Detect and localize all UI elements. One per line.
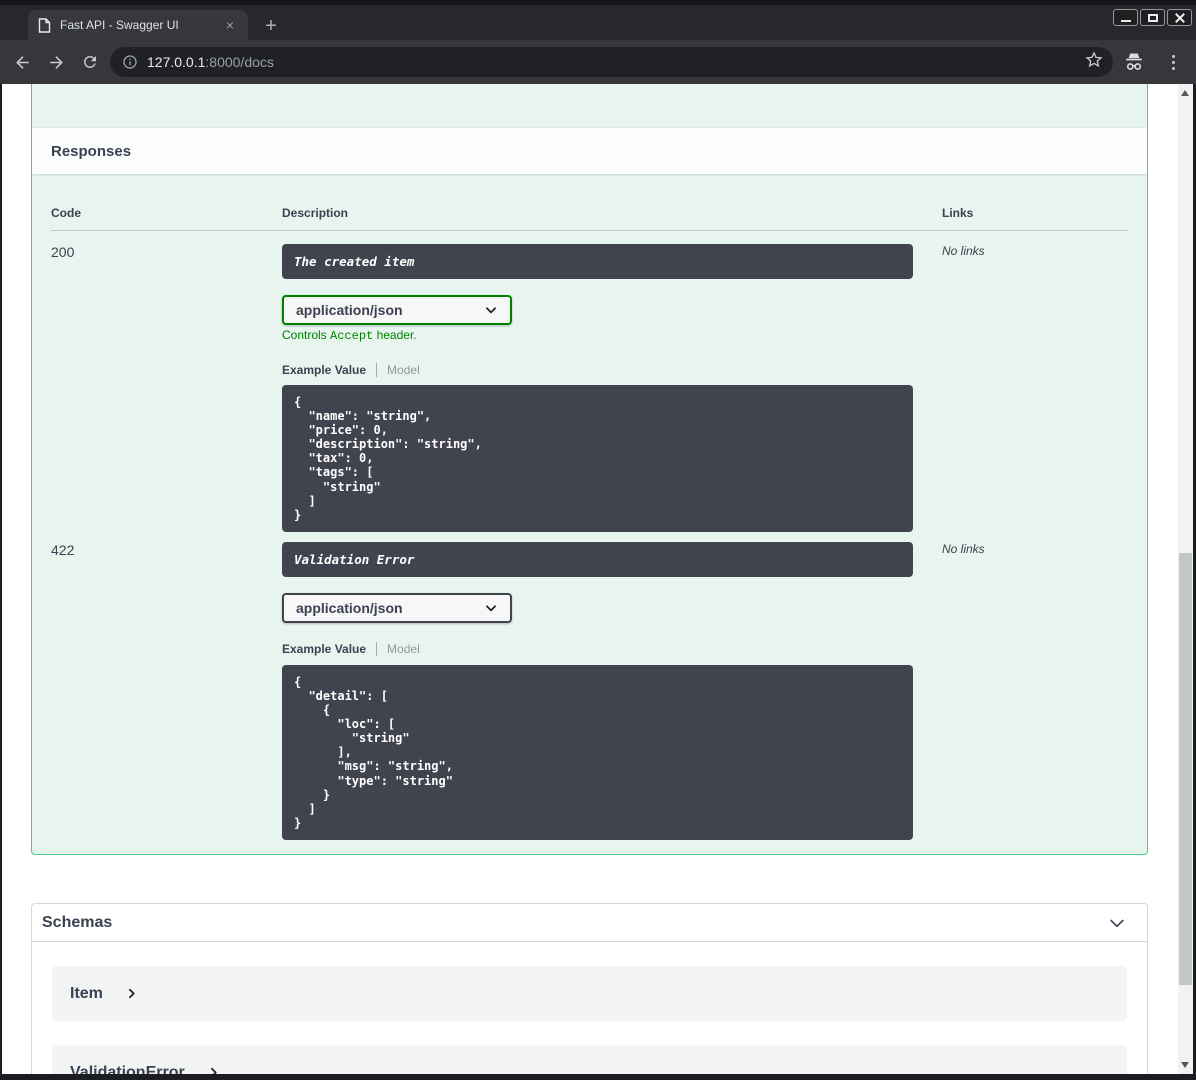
- vertical-scrollbar[interactable]: [1178, 84, 1193, 1074]
- chevron-down-icon[interactable]: [1107, 913, 1127, 933]
- schemas-body: Item ValidationError: [32, 942, 1147, 1074]
- schemas-header[interactable]: Schemas: [32, 904, 1147, 942]
- close-icon: [1175, 13, 1185, 23]
- tab-model[interactable]: Model: [387, 363, 420, 377]
- accept-header-note: Controls Accept header.: [282, 328, 417, 343]
- new-tab-button[interactable]: +: [260, 16, 282, 38]
- responses-title: Responses: [51, 142, 132, 160]
- url-host: 127.0.0.1: [147, 54, 206, 70]
- url-path: :8000/docs: [205, 54, 274, 70]
- response-links: No links: [942, 541, 985, 556]
- document-favicon-icon: [38, 17, 51, 33]
- scroll-up-arrow[interactable]: [1181, 90, 1189, 96]
- model-validationerror[interactable]: ValidationError: [52, 1045, 1127, 1074]
- chevron-down-icon: [486, 605, 496, 612]
- media-type-select[interactable]: application/json: [282, 295, 512, 325]
- maximize-icon: [1147, 13, 1158, 22]
- schemas-title: Schemas: [42, 913, 113, 931]
- model-item[interactable]: Item: [52, 966, 1127, 1021]
- example-model-tabs: Example Value Model: [282, 642, 942, 657]
- example-model-tabs: Example Value Model: [282, 362, 942, 377]
- response-row-422: 422 Validation Error application/json Ex…: [51, 541, 1128, 840]
- media-type-value: application/json: [296, 302, 403, 318]
- incognito-icon[interactable]: [1122, 51, 1146, 73]
- response-description: Validation Error: [282, 541, 913, 577]
- example-value-json: { "name": "string", "price": 0, "descrip…: [282, 385, 913, 532]
- scroll-down-arrow[interactable]: [1181, 1062, 1189, 1068]
- chevron-down-icon: [486, 307, 496, 314]
- back-button[interactable]: [13, 53, 32, 72]
- response-code: 200: [51, 244, 75, 260]
- browser-window: Fast API - Swagger UI × + 127.0.0.1:8000…: [0, 0, 1196, 1080]
- endpoint-block: Responses Code Description Links 200 The…: [31, 84, 1148, 855]
- model-name: ValidationError: [70, 1063, 185, 1075]
- site-info-icon[interactable]: [122, 54, 138, 70]
- chevron-right-icon: [128, 988, 135, 999]
- responses-table-header: Code Description Links: [51, 174, 1128, 231]
- tab-close-icon[interactable]: ×: [222, 18, 238, 32]
- browser-menu-button[interactable]: [1166, 53, 1181, 72]
- response-description: The created item: [282, 244, 913, 279]
- responses-section-header: Responses: [32, 128, 1147, 174]
- tab-separator: [376, 642, 378, 657]
- minimize-button[interactable]: [1113, 9, 1138, 26]
- swagger-page: Responses Code Description Links 200 The…: [2, 84, 1178, 1074]
- column-header-code: Code: [51, 206, 81, 220]
- window-controls: [1113, 9, 1192, 26]
- browser-toolbar: 127.0.0.1:8000/docs: [0, 40, 1196, 84]
- tab-example-value[interactable]: Example Value: [282, 363, 366, 377]
- maximize-button[interactable]: [1140, 9, 1165, 26]
- responses-table: Code Description Links 200 The created i…: [32, 174, 1147, 840]
- tab-example-value[interactable]: Example Value: [282, 642, 366, 656]
- scrollbar-thumb[interactable]: [1179, 553, 1192, 985]
- tab-separator: [376, 362, 378, 377]
- url-text: 127.0.0.1:8000/docs: [147, 54, 274, 70]
- chevron-right-icon: [210, 1067, 217, 1074]
- tab-model[interactable]: Model: [387, 642, 420, 656]
- bookmark-star-icon[interactable]: [1084, 50, 1104, 70]
- column-header-description: Description: [282, 206, 349, 220]
- close-button[interactable]: [1167, 9, 1192, 26]
- column-header-links: Links: [942, 206, 974, 220]
- minimize-icon: [1120, 20, 1131, 22]
- media-type-select[interactable]: application/json: [282, 592, 512, 623]
- model-name: Item: [70, 984, 103, 1002]
- schemas-section: Schemas Item ValidationError: [31, 903, 1148, 1074]
- response-code: 422: [51, 541, 75, 558]
- tab-title: Fast API - Swagger UI: [60, 18, 179, 32]
- response-links: No links: [942, 244, 985, 258]
- tab-strip: Fast API - Swagger UI × +: [0, 0, 1196, 40]
- reload-button[interactable]: [81, 53, 99, 71]
- example-value-json: { "detail": [ { "loc": [ "string" ], "ms…: [282, 664, 913, 840]
- forward-button[interactable]: [47, 53, 66, 72]
- response-row-200: 200 The created item application/json Co…: [51, 244, 1128, 532]
- media-type-value: application/json: [296, 599, 403, 616]
- address-bar[interactable]: 127.0.0.1:8000/docs: [110, 47, 1113, 77]
- browser-tab[interactable]: Fast API - Swagger UI ×: [28, 10, 248, 40]
